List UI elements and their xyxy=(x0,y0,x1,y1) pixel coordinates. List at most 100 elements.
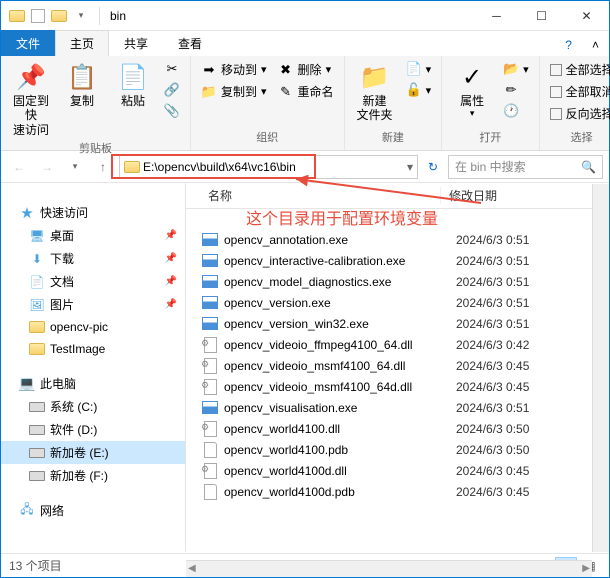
sidebar-drive-d[interactable]: 软件 (D:) xyxy=(1,418,185,441)
edit-button[interactable]: ✏ xyxy=(499,80,533,100)
rename-button[interactable]: ✎重命名 xyxy=(274,81,338,102)
dll-icon xyxy=(202,337,218,353)
pictures-icon: 🖼 xyxy=(29,297,45,313)
folder-icon xyxy=(9,8,25,24)
sidebar-folder-1[interactable]: opencv-pic xyxy=(1,316,185,338)
vertical-scrollbar[interactable] xyxy=(592,184,609,552)
newitem-button[interactable]: 📄▾ xyxy=(402,59,436,79)
window-title: bin xyxy=(110,9,126,23)
selectall-button[interactable]: 全部选择 xyxy=(546,59,610,80)
properties-button[interactable]: ✓属性▾ xyxy=(448,59,496,122)
newfolder-icon: 📁 xyxy=(359,62,391,94)
minimize-button[interactable]: ─ xyxy=(474,1,519,30)
open-button[interactable]: 📂▾ xyxy=(499,59,533,79)
file-row[interactable]: opencv_visualisation.exe2024/6/3 0:51 xyxy=(186,397,609,418)
horizontal-scrollbar[interactable]: ▶◀ xyxy=(186,560,592,577)
sidebar-network[interactable]: 🖧网络 xyxy=(1,499,185,522)
dll-icon xyxy=(202,421,218,437)
file-name: opencv_videoio_ffmpeg4100_64.dll xyxy=(224,338,456,352)
sidebar-quick-access[interactable]: ★快速访问 xyxy=(1,201,185,224)
history-button[interactable]: 🕐 xyxy=(499,101,533,121)
newfolder-button[interactable]: 📁新建 文件夹 xyxy=(351,59,399,126)
collapse-ribbon-button[interactable]: ˄ xyxy=(582,34,609,56)
file-name: opencv_version_win32.exe xyxy=(224,317,456,331)
sidebar-folder-2[interactable]: TestImage xyxy=(1,338,185,360)
selectnone-button[interactable]: 全部取消 xyxy=(546,81,610,102)
history-icon: 🕐 xyxy=(503,103,519,119)
sidebar-this-pc[interactable]: 💻此电脑 xyxy=(1,372,185,395)
close-button[interactable]: ✕ xyxy=(564,1,609,30)
file-row[interactable]: opencv_world4100d.dll2024/6/3 0:45 xyxy=(186,460,609,481)
sidebar-downloads[interactable]: ⬇下载📌 xyxy=(1,247,185,270)
file-row[interactable]: opencv_videoio_msmf4100_64.dll2024/6/3 0… xyxy=(186,355,609,376)
drive-icon xyxy=(29,445,45,461)
address-bar[interactable]: E:\opencv\build\x64\vc16\bin ▾ xyxy=(119,155,418,179)
qat-prop-icon[interactable] xyxy=(51,8,67,24)
help-button[interactable]: ? xyxy=(555,34,582,56)
selectinvert-button[interactable]: 反向选择 xyxy=(546,103,610,124)
cut-button[interactable]: ✂ xyxy=(160,59,184,79)
qat-dropdown-icon[interactable]: ▾ xyxy=(73,8,89,24)
pasteshort-button[interactable]: 📎 xyxy=(160,101,184,121)
dll-icon xyxy=(202,358,218,374)
pin-quick-access-button[interactable]: 📌固定到快 速访问 xyxy=(7,59,55,140)
column-headers: 名称 修改日期 xyxy=(186,183,609,209)
column-name[interactable]: 名称 xyxy=(186,187,441,204)
sidebar-drive-c[interactable]: 系统 (C:) xyxy=(1,395,185,418)
delete-icon: ✖ xyxy=(278,62,294,78)
exe-icon xyxy=(202,400,218,416)
sidebar-desktop[interactable]: 🖥桌面📌 xyxy=(1,224,185,247)
sidebar-documents[interactable]: 📄文档📌 xyxy=(1,270,185,293)
dll-icon xyxy=(202,463,218,479)
sidebar-drive-f[interactable]: 新加卷 (F:) xyxy=(1,464,185,487)
exe-icon xyxy=(202,253,218,269)
folder-icon xyxy=(29,341,45,357)
maximize-button[interactable]: ☐ xyxy=(519,1,564,30)
file-date: 2024/6/3 0:51 xyxy=(456,401,529,415)
qat-item-icon[interactable] xyxy=(31,9,45,23)
file-row[interactable]: opencv_videoio_msmf4100_64d.dll2024/6/3 … xyxy=(186,376,609,397)
file-name: opencv_world4100d.pdb xyxy=(224,485,456,499)
copyto-button[interactable]: 📁复制到 ▾ xyxy=(197,81,271,102)
ribbon-tabs: 文件 主页 共享 查看 ? ˄ xyxy=(1,31,609,56)
file-name: opencv_videoio_msmf4100_64.dll xyxy=(224,359,456,373)
tab-share[interactable]: 共享 xyxy=(109,30,163,56)
file-name: opencv_world4100.pdb xyxy=(224,443,456,457)
up-button[interactable]: ↑ xyxy=(91,155,115,179)
forward-button[interactable]: → xyxy=(35,155,59,179)
navigation-pane: ★快速访问 🖥桌面📌 ⬇下载📌 📄文档📌 🖼图片📌 opencv-pic Tes… xyxy=(1,183,186,551)
copy-button[interactable]: 📋复制 xyxy=(58,59,106,111)
file-row[interactable]: opencv_videoio_ffmpeg4100_64.dll2024/6/3… xyxy=(186,334,609,355)
file-row[interactable]: opencv_version_win32.exe2024/6/3 0:51 xyxy=(186,313,609,334)
sidebar-drive-e[interactable]: 新加卷 (E:) xyxy=(1,441,185,464)
folder-icon xyxy=(124,159,140,175)
drive-icon xyxy=(29,422,45,438)
column-date[interactable]: 修改日期 xyxy=(441,187,609,204)
file-row[interactable]: opencv_interactive-calibration.exe2024/6… xyxy=(186,250,609,271)
file-row[interactable]: opencv_world4100d.pdb2024/6/3 0:45 xyxy=(186,481,609,502)
tab-view[interactable]: 查看 xyxy=(163,30,217,56)
file-row[interactable]: opencv_model_diagnostics.exe2024/6/3 0:5… xyxy=(186,271,609,292)
sidebar-pictures[interactable]: 🖼图片📌 xyxy=(1,293,185,316)
file-name: opencv_videoio_msmf4100_64d.dll xyxy=(224,380,456,394)
exe-icon xyxy=(202,295,218,311)
tab-file[interactable]: 文件 xyxy=(1,30,55,56)
easyaccess-button[interactable]: 🔓▾ xyxy=(402,80,436,100)
moveto-button[interactable]: ➡移动到 ▾ xyxy=(197,59,271,80)
tab-home[interactable]: 主页 xyxy=(55,30,109,56)
file-row[interactable]: opencv_world4100.pdb2024/6/3 0:50 xyxy=(186,439,609,460)
recent-dropdown[interactable]: ▾ xyxy=(63,155,87,179)
paste-button[interactable]: 📄粘贴 xyxy=(109,59,157,111)
back-button[interactable]: ← xyxy=(7,155,31,179)
document-icon: 📄 xyxy=(29,274,45,290)
file-row[interactable]: opencv_world4100.dll2024/6/3 0:50 xyxy=(186,418,609,439)
titlebar: ▾ bin ─ ☐ ✕ xyxy=(1,1,609,31)
exe-icon xyxy=(202,232,218,248)
file-row[interactable]: opencv_annotation.exe2024/6/3 0:51 xyxy=(186,229,609,250)
delete-button[interactable]: ✖删除 ▾ xyxy=(274,59,338,80)
file-row[interactable]: opencv_version.exe2024/6/3 0:51 xyxy=(186,292,609,313)
file-date: 2024/6/3 0:51 xyxy=(456,317,529,331)
copypath-button[interactable]: 🔗 xyxy=(160,80,184,100)
search-input[interactable]: 在 bin 中搜索 🔍 xyxy=(448,155,603,179)
refresh-button[interactable]: ↻ xyxy=(422,156,444,178)
